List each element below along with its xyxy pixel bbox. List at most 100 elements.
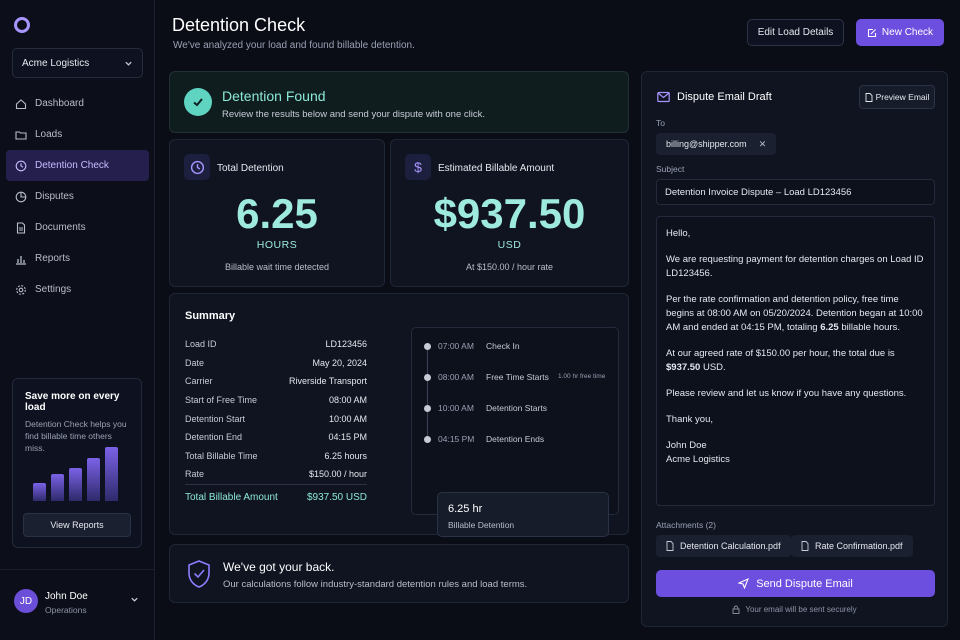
email-paragraph: We are requesting payment for detention … [666, 254, 924, 279]
summary-row-value: 08:00 AM [328, 395, 367, 406]
billable-detention-label: Billable Detention [448, 520, 515, 530]
metric-note: At $150.00 / hour rate [465, 262, 554, 272]
attachment-chip[interactable]: Detention Calculation.pdf [656, 535, 791, 557]
preview-email-button[interactable]: Preview Email [859, 85, 935, 109]
chart-icon [15, 253, 27, 265]
recipient-chip[interactable]: billing@shipper.com ✕ [656, 133, 777, 155]
chevron-down-icon[interactable] [130, 595, 139, 604]
app-logo-icon [14, 17, 30, 33]
email-body-editor[interactable]: Hello, We are requesting payment for det… [656, 216, 935, 506]
assurance-subtitle: Our calculations follow industry-standar… [223, 579, 528, 590]
check-circle-icon [184, 88, 212, 116]
attachments-label: Attachments (2) [656, 520, 716, 530]
email-highlight-amount: $937.50 [666, 362, 701, 373]
dashboard-icon [15, 98, 27, 110]
subject-value: Detention Invoice Dispute – Load LD12345… [665, 186, 852, 198]
summary-row: Start of Free Time 08:00 AM [185, 391, 367, 410]
timeline-time: 07:00 AM [438, 341, 474, 351]
edit-load-details-button[interactable]: Edit Load Details [747, 19, 844, 46]
document-icon [865, 92, 873, 102]
mail-icon [657, 91, 670, 103]
metric-unit: USD [497, 239, 522, 251]
promo-bar [33, 483, 46, 501]
sidebar-item-label: Disputes [35, 191, 74, 202]
metric-note: Billable wait time detected [224, 262, 330, 272]
chevron-down-icon [125, 61, 132, 66]
summary-card: Summary Load ID LD123456 Date May 20, 2024 C… [169, 293, 629, 537]
document-icon [801, 541, 809, 551]
summary-row: Load ID LD123456 [185, 335, 367, 354]
timeline-label: Check In [486, 341, 520, 351]
timeline-dot [424, 343, 431, 350]
timeline-dot [424, 405, 431, 412]
summary-title: Summary [185, 310, 236, 322]
timeline-dot [424, 374, 431, 381]
timeline-label: Detention Ends [486, 434, 545, 444]
summary-row-value: 04:15 PM [328, 432, 367, 443]
summary-row-label: Start of Free Time [185, 395, 258, 406]
summary-row-label: Date [185, 357, 205, 368]
avatar: JD [14, 589, 38, 613]
edit-icon [867, 28, 876, 37]
promo-bar [105, 447, 118, 501]
email-signature-name: John Doe [666, 440, 707, 451]
email-paragraph: At our agreed rate of $150.00 per hour, … [666, 347, 925, 375]
dispute-icon [15, 191, 27, 203]
sidebar-item-documents[interactable]: Documents [6, 212, 149, 243]
sidebar-item-settings[interactable]: Settings [6, 274, 149, 305]
summary-row: Detention End 04:15 PM [185, 428, 367, 447]
attachment-chip[interactable]: Rate Confirmation.pdf [791, 535, 913, 557]
metric-value: $937.50 [433, 190, 586, 237]
attachment-name: Detention Calculation.pdf [680, 541, 781, 551]
new-check-button[interactable]: New Check [856, 19, 944, 46]
summary-row-value: May 20, 2024 [312, 357, 367, 368]
summary-row-label: Load ID [185, 339, 217, 350]
timeline-label: Detention Starts [486, 403, 547, 413]
summary-row: Date May 20, 2024 [185, 354, 367, 373]
sidebar-item-label: Detention Check [35, 160, 109, 171]
page-subtitle: We've analyzed your load and found billa… [173, 40, 415, 51]
sidebar-item-disputes[interactable]: Disputes [6, 181, 149, 212]
close-icon[interactable]: ✕ [759, 139, 767, 150]
sidebar-item-label: Loads [35, 129, 63, 140]
timeline-time: 08:00 AM [438, 372, 474, 382]
email-signature-company: Acme Logistics [666, 454, 730, 465]
sidebar-item-reports[interactable]: Reports [6, 243, 149, 274]
email-paragraph: Per the rate confirmation and detention … [666, 293, 925, 335]
timeline-event: 04:15 PM Detention Ends [412, 433, 618, 447]
assurance-card: We've got your back. Our calculations fo… [169, 544, 629, 603]
sidebar-item-label: Reports [35, 253, 71, 264]
sidebar-item-label: Documents [35, 222, 86, 233]
billable-detention-value: 6.25 hr [448, 503, 483, 515]
view-reports-button[interactable]: View Reports [23, 513, 131, 537]
sidebar-item-label: Dashboard [35, 98, 84, 109]
summary-row: Carrier Riverside Transport [185, 372, 367, 391]
user-role: Operations [45, 605, 87, 615]
document-icon [15, 221, 27, 234]
timeline-dot [424, 436, 431, 443]
metric-value: 6.25 [236, 190, 318, 237]
new-check-label: New Check [881, 27, 934, 38]
dispute-email-panel: Dispute Email Draft Preview Email To bil… [641, 71, 948, 627]
subject-input[interactable]: Detention Invoice Dispute – Load LD12345… [656, 179, 935, 205]
user-profile[interactable]: JD John Doe Operations [0, 569, 155, 640]
sidebar-item-dashboard[interactable]: Dashboard [6, 88, 149, 119]
billable-detention-box: 6.25 hr Billable Detention [437, 492, 609, 537]
folder-icon [15, 129, 27, 141]
secure-note: Your email will be sent securely [642, 605, 947, 614]
summary-row-label: Detention Start [185, 413, 246, 424]
email-highlight-hours: 6.25 [820, 322, 839, 333]
sidebar-item-label: Settings [35, 284, 72, 295]
send-dispute-email-button[interactable]: Send Dispute Email [656, 570, 935, 597]
promo-bar-graphic [33, 445, 125, 501]
send-icon [738, 578, 750, 589]
summary-row-label: Total Billable Time [185, 450, 258, 461]
organization-select[interactable]: Acme Logistics [12, 48, 143, 78]
gear-icon [15, 284, 27, 296]
sidebar-item-loads[interactable]: Loads [6, 119, 149, 150]
divider [185, 484, 367, 485]
preview-email-label: Preview Email [875, 92, 930, 102]
sidebar-item-detention-check[interactable]: Detention Check [6, 150, 149, 181]
summary-row-value: Riverside Transport [288, 376, 367, 387]
email-text: USD. [700, 362, 726, 373]
